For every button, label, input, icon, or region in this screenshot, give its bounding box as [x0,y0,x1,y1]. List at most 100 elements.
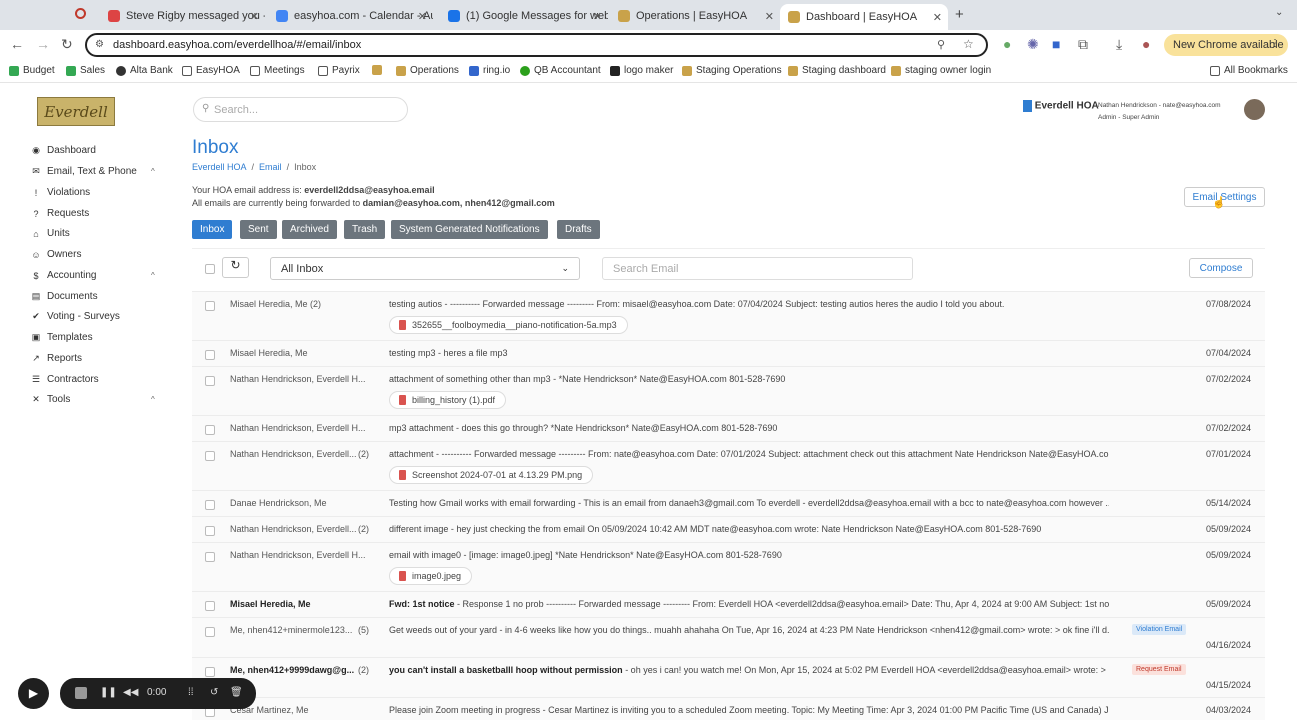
search-email-input[interactable]: Search Email [602,257,913,280]
tab-trash[interactable]: Trash [344,220,386,239]
org-switcher[interactable]: Everdell HOA [1023,100,1099,112]
table-row[interactable]: Nathan Hendrickson, Everdell... (2) differ… [192,516,1265,542]
kebab-menu-icon[interactable]: ⋮ [1270,38,1280,49]
tab-inbox[interactable]: Inbox [192,220,233,239]
select-all-checkbox[interactable] [205,264,215,274]
bookmark-item[interactable]: Staging Operations [682,65,782,76]
new-tab-icon[interactable]: + [955,6,964,23]
bookmark-item[interactable]: Alta Bank [116,65,173,76]
bookmark-item[interactable]: Meetings [250,65,305,76]
user-info[interactable]: Nathan Hendrickson - nate@easyhoa.com Ad… [1098,100,1221,124]
trash-icon[interactable]: 🗑 [230,687,243,698]
row-checkbox[interactable] [205,451,215,461]
table-row[interactable]: Danae Hendrickson, Me Testing how Gmail w… [192,490,1265,516]
avatar[interactable] [1244,99,1265,120]
table-row[interactable]: Nathan Hendrickson, Everdell H... email w… [192,542,1265,591]
bookmark-item[interactable]: Budget [9,65,55,76]
sidebar-item-email-text-phone[interactable]: ✉ Email, Text & Phone ^ [31,166,155,177]
close-tab-icon[interactable]: ✕ [250,10,259,23]
bookmark-item[interactable]: EasyHOA [182,65,240,76]
profile-icon[interactable]: ● [1142,36,1150,52]
attachment-chip[interactable]: image0.jpeg [389,567,473,585]
attachment-chip[interactable]: 352655__foolboymedia__piano-notification… [389,316,628,334]
table-row[interactable]: Nathan Hendrickson, Everdell... (2) attach… [192,441,1265,490]
mailbox-filter-select[interactable]: All Inbox ⌄ [270,257,580,280]
tab-menu-chevron-icon[interactable]: ⌄ [1275,7,1283,18]
sidebar-item-accounting[interactable]: $ Accounting ^ [31,270,154,281]
zoom-search-icon[interactable]: ⚲ [937,38,945,51]
browser-tab-messages[interactable]: (1) Google Messages for web ✕ [440,4,608,28]
table-row[interactable]: Nathan Hendrickson, Everdell H... attachm… [192,366,1265,415]
chevron-up-icon[interactable]: ^ [151,271,155,280]
table-row[interactable]: Nathan Hendrickson, Everdell H... mp3 att… [192,415,1265,441]
camera-button[interactable]: ▶ [18,678,49,709]
sidebar-item-units[interactable]: ⌂ Units [31,228,70,239]
extensions-puzzle-icon[interactable]: ⧉ [1078,36,1088,53]
table-row[interactable]: Me, nhen412+9999dawg@g... (2) you can't in… [192,657,1265,697]
rewind-icon[interactable]: ◀◀ [123,687,138,698]
table-row[interactable]: Misael Heredia, Me Fwd: 1st notice - Resp… [192,591,1265,617]
bookmark-item[interactable]: Staging dashboard [788,65,886,76]
hoa-logo[interactable]: Everdell [37,97,115,126]
pause-icon[interactable]: ❚❚ [100,687,117,698]
new-chrome-button[interactable]: New Chrome available ⋮ [1164,34,1288,56]
address-bar[interactable]: ⚙ dashboard.easyhoa.com/everdellhoa/#/em… [85,33,988,57]
attachment-chip[interactable]: Screenshot 2024-07-01 at 4.13.29 PM.png [389,466,594,484]
table-row[interactable]: Misael Heredia, Me testing mp3 - heres a … [192,340,1265,366]
browser-tab-operations[interactable]: Operations | EasyHOA ✕ [610,4,780,28]
browser-tab-gmail[interactable]: Steve Rigby messaged you - ✕ [100,4,265,28]
sidebar-item-templates[interactable]: ▣ Templates [31,332,93,343]
row-checkbox[interactable] [205,376,215,386]
bookmark-item[interactable]: Payrix [318,65,360,76]
forward-icon[interactable]: → [36,36,50,52]
stop-icon[interactable] [75,687,87,699]
bookmark-item[interactable]: Sales [66,65,105,76]
breadcrumb-hoa[interactable]: Everdell HOA [192,162,247,172]
tab-sent[interactable]: Sent [240,220,277,239]
row-checkbox[interactable] [205,552,215,562]
restart-icon[interactable]: ↺ [210,687,218,698]
row-checkbox[interactable] [205,526,215,536]
row-checkbox[interactable] [205,627,215,637]
chevron-up-icon[interactable]: ^ [151,167,155,176]
extension-icon[interactable]: ■ [1052,36,1060,52]
table-row[interactable]: Misael Heredia, Me (2) testing autios - -… [192,291,1265,340]
attachment-chip[interactable]: billing_history (1).pdf [389,391,507,409]
sidebar-item-violations[interactable]: ! Violations [31,187,90,198]
extension-icon[interactable]: ✺ [1027,36,1039,53]
bookmark-item[interactable]: Operations [396,65,459,76]
bookmark-item[interactable]: logo maker [610,65,673,76]
row-checkbox[interactable] [205,500,215,510]
sidebar-item-owners[interactable]: ☺ Owners [31,249,81,260]
sidebar-item-contractors[interactable]: ☰ Contractors [31,374,99,385]
back-icon[interactable]: ← [10,36,24,52]
row-checkbox[interactable] [205,301,215,311]
close-tab-icon[interactable]: ✕ [765,10,774,23]
site-info-icon[interactable]: ⚙ [95,39,104,50]
bookmark-item[interactable]: ring.io [469,65,510,76]
tab-system-notifications[interactable]: System Generated Notifications [391,220,548,239]
sidebar-item-documents[interactable]: ▤ Documents [31,291,98,302]
browser-tab-dashboard[interactable]: Dashboard | EasyHOA ✕ [780,4,948,30]
sidebar-item-dashboard[interactable]: ◉ Dashboard [31,145,96,156]
browser-tab-calendar[interactable]: easyhoa.com - Calendar - Au ✕ [268,4,433,28]
all-bookmarks[interactable]: All Bookmarks [1210,65,1288,76]
close-tab-icon[interactable]: ✕ [933,11,942,24]
bookmark-star-icon[interactable]: ☆ [963,37,974,51]
chevron-up-icon[interactable]: ^ [151,395,155,404]
breadcrumb-email[interactable]: Email [259,162,282,172]
global-search-input[interactable]: ⚲ Search... [193,97,408,122]
reload-icon[interactable]: ↻ [61,36,73,53]
tab-archived[interactable]: Archived [282,220,337,239]
table-row[interactable]: Me, nhen412+minermole123... (5) Get weeds … [192,617,1265,657]
row-checkbox[interactable] [205,667,215,677]
sidebar-item-requests[interactable]: ? Requests [31,208,89,219]
sidebar-item-tools[interactable]: ✕ Tools ^ [31,394,155,405]
bookmark-item[interactable] [372,65,382,75]
sidebar-item-voting-surveys[interactable]: ✔ Voting - Surveys [31,311,120,322]
row-checkbox[interactable] [205,350,215,360]
table-row[interactable]: Cesar Martinez, Me Please join Zoom meeti… [192,697,1265,720]
bookmark-item[interactable]: QB Accountant [520,65,601,76]
tab-drafts[interactable]: Drafts [557,220,600,239]
refresh-button[interactable]: ↻ [222,257,249,278]
